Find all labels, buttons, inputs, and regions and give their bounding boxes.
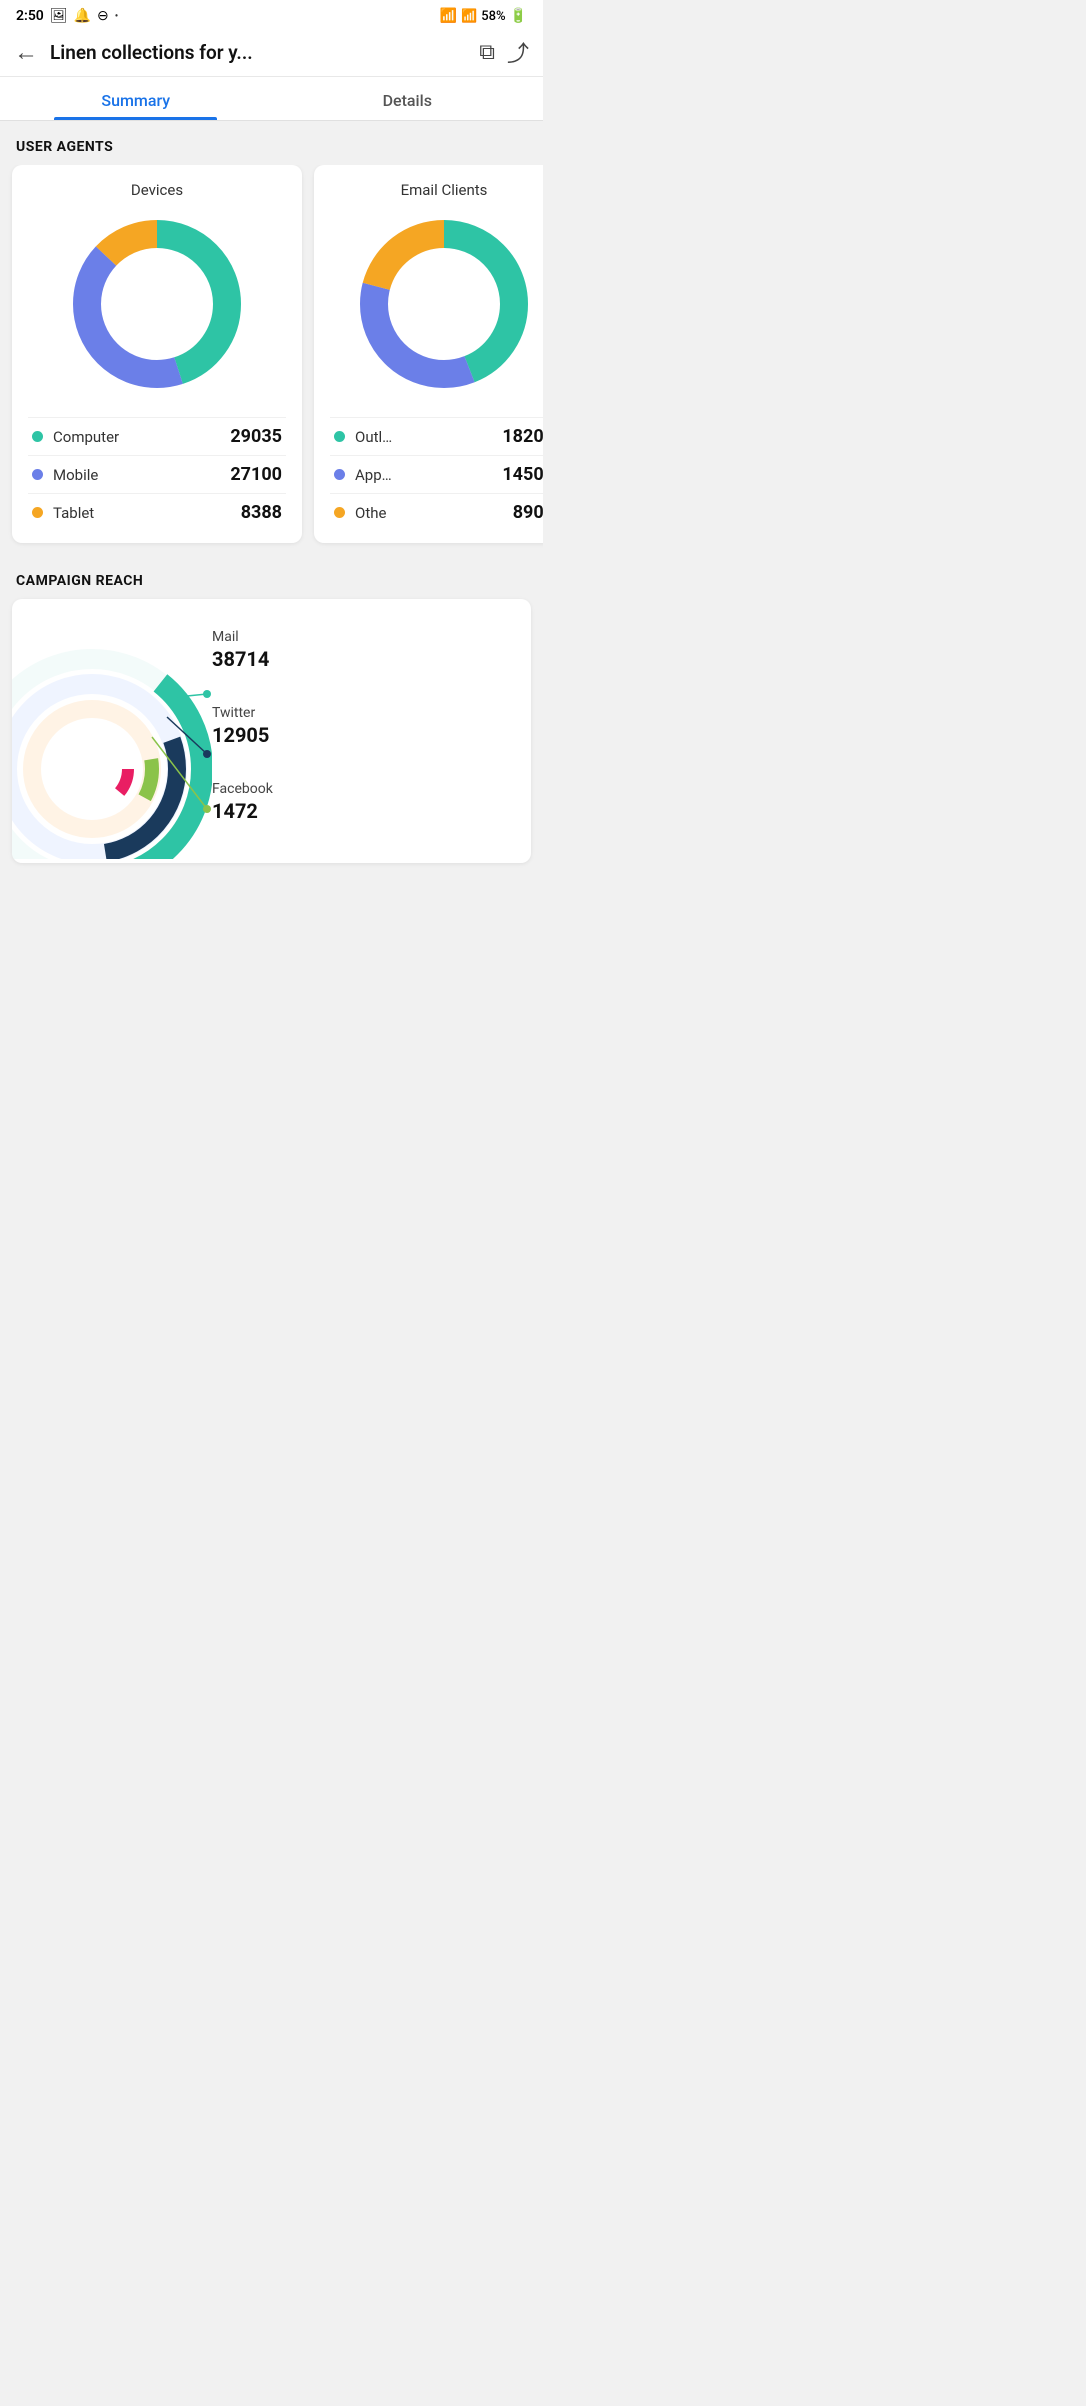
twitter-label: Twitter <box>212 705 517 721</box>
legend-tablet: Tablet 8388 <box>28 493 286 531</box>
computer-label: Computer <box>53 428 119 446</box>
user-agents-cards: Devices <box>0 165 543 555</box>
legend-apple-mail: App… 14500 <box>330 455 543 493</box>
other-dot <box>334 507 345 518</box>
share-button[interactable]: ⤴ <box>507 36 529 68</box>
devices-donut-chart <box>62 209 252 399</box>
campaign-reach-card: Mail 38714 Twitter 12905 Facebook 1472 <box>12 599 531 863</box>
campaign-radial-chart <box>12 599 212 859</box>
computer-dot <box>32 431 43 442</box>
apple-mail-dot <box>334 469 345 480</box>
status-bar: 2:50 🖼 🔔 ⊖ • 📶 📶 58% 🔋 <box>0 0 543 28</box>
wifi-icon: 📶 <box>440 8 457 24</box>
twitter-value: 12905 <box>212 723 517 747</box>
dnd-icon: ⊖ <box>97 8 109 24</box>
campaign-chart-area <box>12 599 212 863</box>
apple-mail-value: 14500 <box>502 464 543 485</box>
mobile-dot <box>32 469 43 480</box>
email-clients-card-title: Email Clients <box>330 181 543 199</box>
campaign-legend-area: Mail 38714 Twitter 12905 Facebook 1472 <box>212 599 531 863</box>
battery-icon: 🔋 <box>510 8 527 24</box>
other-label: Othe <box>355 504 386 522</box>
top-bar: ← Linen collections for y... ⧉ ⤴ <box>0 28 543 77</box>
email-clients-card: Email Clients Outl… 18200 <box>314 165 543 543</box>
battery-text: 58% <box>481 9 505 24</box>
apple-mail-label: App… <box>355 466 392 484</box>
copy-button[interactable]: ⧉ <box>479 40 495 65</box>
notification-icon: 🔔 <box>74 8 91 24</box>
campaign-reach-label: CAMPAIGN REACH <box>0 555 543 599</box>
tab-details[interactable]: Details <box>272 77 544 120</box>
status-right: 📶 📶 58% 🔋 <box>440 8 527 24</box>
tablet-value: 8388 <box>241 502 282 523</box>
back-button[interactable]: ← <box>14 38 38 67</box>
main-content: USER AGENTS Devices <box>0 121 543 863</box>
legend-outlook: Outl… 18200 <box>330 417 543 455</box>
computer-value: 29035 <box>230 426 282 447</box>
email-donut-chart <box>349 209 539 399</box>
page-title: Linen collections for y... <box>50 41 467 64</box>
tab-bar: Summary Details <box>0 77 543 121</box>
legend-mobile: Mobile 27100 <box>28 455 286 493</box>
dot-icon: • <box>115 11 119 22</box>
tab-summary[interactable]: Summary <box>0 77 272 120</box>
mobile-label: Mobile <box>53 466 98 484</box>
status-time: 2:50 <box>16 8 44 24</box>
user-agents-label: USER AGENTS <box>0 121 543 165</box>
status-left: 2:50 🖼 🔔 ⊖ • <box>16 8 118 24</box>
tablet-dot <box>32 507 43 518</box>
campaign-facebook: Facebook 1472 <box>212 781 517 823</box>
other-value: 8900 <box>513 502 543 523</box>
facebook-value: 1472 <box>212 799 517 823</box>
devices-card-title: Devices <box>28 181 286 199</box>
tablet-label: Tablet <box>53 504 94 522</box>
legend-other-email: Othe 8900 <box>330 493 543 531</box>
legend-computer: Computer 29035 <box>28 417 286 455</box>
gallery-icon: 🖼 <box>50 8 68 24</box>
devices-card: Devices <box>12 165 302 543</box>
outlook-value: 18200 <box>502 426 543 447</box>
campaign-mail: Mail 38714 <box>212 629 517 671</box>
outlook-label: Outl… <box>355 428 392 446</box>
outlook-dot <box>334 431 345 442</box>
email-donut-container <box>330 209 543 399</box>
mobile-value: 27100 <box>230 464 282 485</box>
facebook-label: Facebook <box>212 781 517 797</box>
mail-value: 38714 <box>212 647 517 671</box>
campaign-twitter: Twitter 12905 <box>212 705 517 747</box>
devices-donut-container <box>28 209 286 399</box>
signal-icon: 📶 <box>461 9 477 24</box>
mail-label: Mail <box>212 629 517 645</box>
